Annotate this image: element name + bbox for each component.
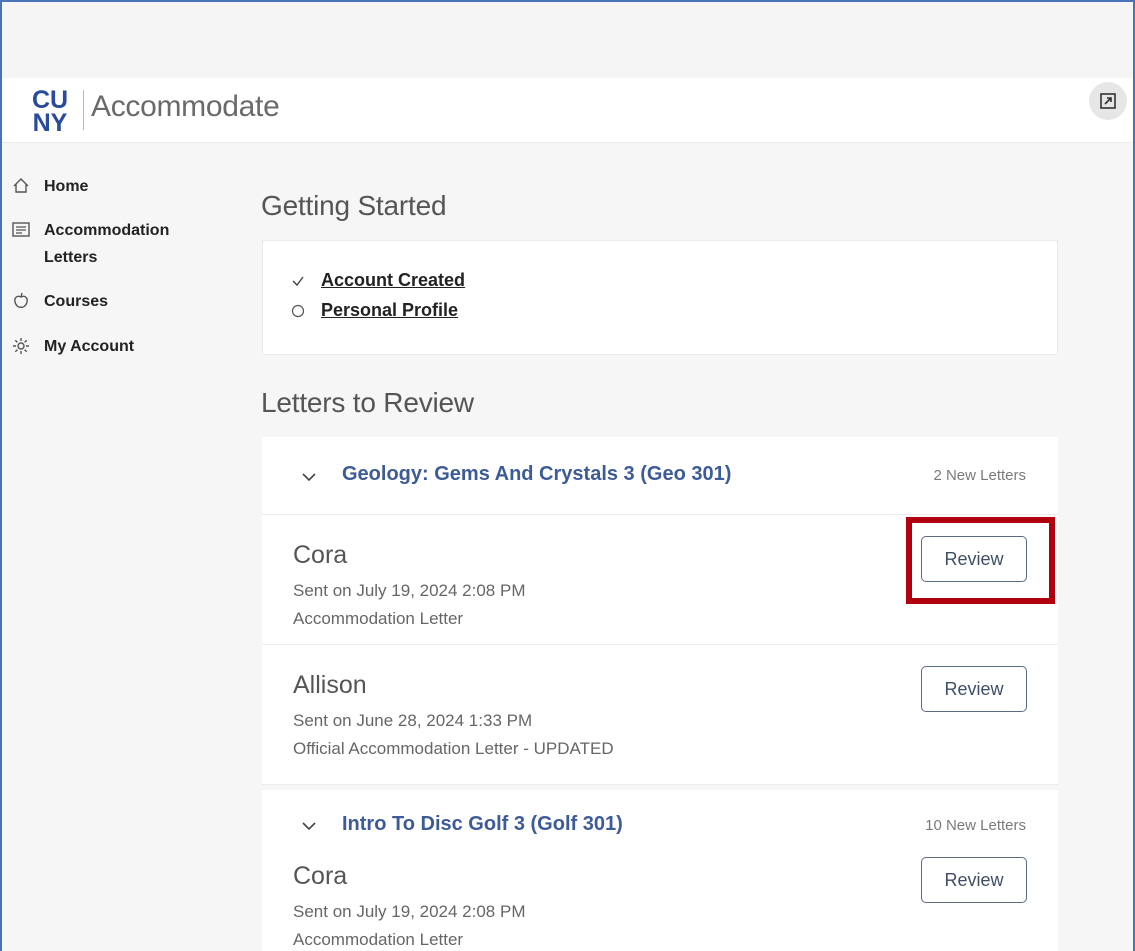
letters-icon <box>12 222 30 237</box>
top-blank-area <box>0 0 1135 78</box>
check-icon <box>289 272 307 290</box>
app-title: Accommodate <box>91 90 280 123</box>
gear-icon <box>13 338 29 354</box>
review-button[interactable]: Review <box>921 857 1027 903</box>
sidebar-item-accommodation-letters[interactable]: Accommodation Letters <box>10 217 194 271</box>
letter-type: Accommodation Letter <box>293 930 464 949</box>
checklist-item-account-created: Account Created <box>289 270 465 291</box>
new-letters-count: 10 New Letters <box>925 817 1026 834</box>
sent-date: Sent on July 19, 2024 2:08 PM <box>293 581 526 600</box>
sent-date: Sent on July 19, 2024 2:08 PM <box>293 902 526 921</box>
home-icon <box>13 178 29 193</box>
review-button[interactable]: Review <box>921 536 1027 582</box>
expand-icon <box>1100 93 1116 109</box>
account-created-link[interactable]: Account Created <box>321 270 465 291</box>
logo-text-bottom: NY <box>33 109 68 134</box>
student-name: Allison <box>293 671 367 699</box>
student-name: Cora <box>293 541 348 569</box>
course-title[interactable]: Intro To Disc Golf 3 (Golf 301) <box>342 813 623 836</box>
personal-profile-link[interactable]: Personal Profile <box>321 300 458 321</box>
letter-type: Official Accommodation Letter - UPDATED <box>293 739 614 758</box>
logo-divider <box>83 90 84 130</box>
chevron-down-icon[interactable] <box>300 468 318 486</box>
student-name: Cora <box>293 862 348 890</box>
getting-started-card <box>262 240 1058 355</box>
app-header: CU NY Accommodate <box>0 78 1135 143</box>
letters-to-review-title: Letters to Review <box>261 387 474 418</box>
sidebar-item-my-account[interactable]: My Account <box>10 333 194 360</box>
review-button[interactable]: Review <box>921 666 1027 712</box>
cuny-logo: CU NY <box>32 86 68 134</box>
sidebar-item-home[interactable]: Home <box>10 173 194 200</box>
sidebar-item-courses[interactable]: Courses <box>10 288 194 315</box>
sent-date: Sent on June 28, 2024 1:33 PM <box>293 711 533 730</box>
letter-item: Cora Sent on July 19, 2024 2:08 PM Accom… <box>262 515 1058 645</box>
expand-button[interactable] <box>1089 82 1127 120</box>
chevron-down-icon[interactable] <box>300 817 318 835</box>
sidebar-item-label: Home <box>44 178 89 195</box>
letter-item: Cora Sent on July 19, 2024 2:08 PM Accom… <box>262 836 1058 951</box>
course-group-header[interactable]: Geology: Gems And Crystals 3 (Geo 301) 2… <box>262 437 1058 515</box>
letter-type: Accommodation Letter <box>293 609 464 628</box>
sidebar-item-label: Accommodation Letters <box>44 222 170 266</box>
checklist-item-personal-profile: Personal Profile <box>289 300 458 321</box>
sidebar-item-label: My Account <box>44 338 135 355</box>
course-title[interactable]: Geology: Gems And Crystals 3 (Geo 301) <box>342 463 731 486</box>
letter-item: Allison Sent on June 28, 2024 1:33 PM Of… <box>262 645 1058 785</box>
sidebar-item-label: Courses <box>44 293 109 310</box>
new-letters-count: 2 New Letters <box>933 467 1026 484</box>
empty-circle-icon <box>289 302 307 320</box>
getting-started-title: Getting Started <box>261 190 447 221</box>
apple-icon <box>14 292 28 308</box>
